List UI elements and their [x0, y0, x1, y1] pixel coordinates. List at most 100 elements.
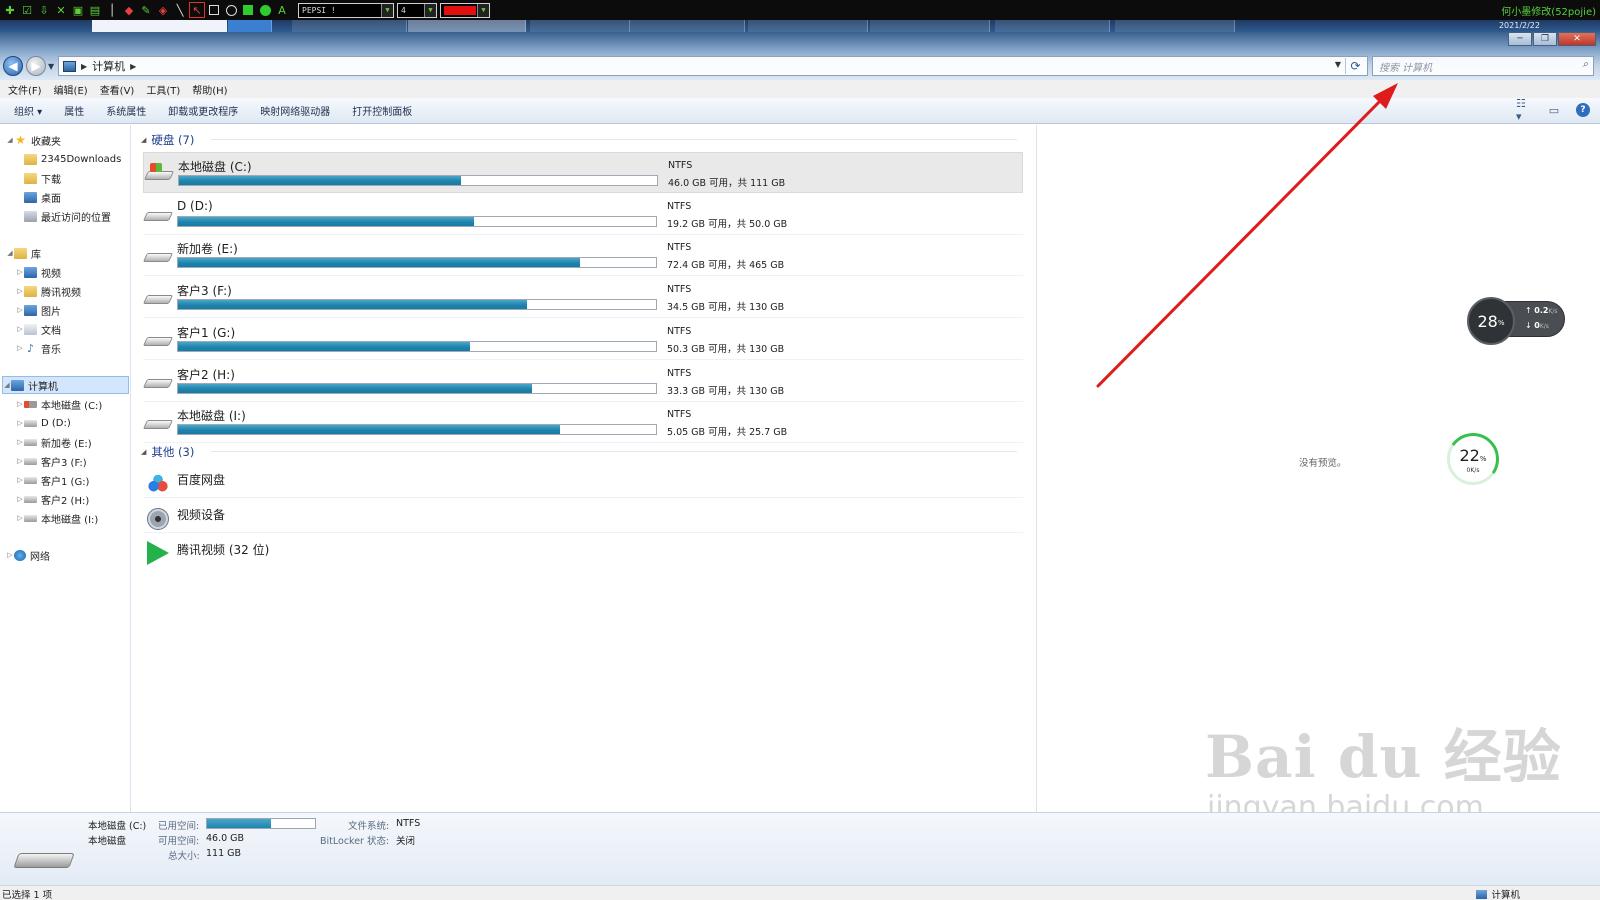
expand-icon[interactable]: ▷: [16, 457, 24, 465]
line-icon[interactable]: ╲: [173, 3, 187, 17]
text-tool-icon[interactable]: A: [275, 3, 289, 17]
nav-computer[interactable]: ◢ 计算机: [2, 376, 129, 394]
size-combo[interactable]: 4 ▼: [397, 2, 437, 18]
group-header-other[interactable]: ◢ 其他 (3): [141, 444, 1031, 460]
recent-pages-icon[interactable]: ▼: [48, 62, 54, 71]
expand-icon[interactable]: ▷: [6, 551, 14, 559]
drive-row[interactable]: D (D:) NTFS 19.2 GB 可用，共 50.0 GB: [142, 194, 1023, 235]
expand-icon[interactable]: ▷: [16, 268, 24, 276]
taskbar-button[interactable]: [630, 20, 745, 32]
expand-icon[interactable]: ▷: [16, 400, 24, 408]
expand-icon[interactable]: ▷: [16, 419, 24, 427]
nav-item-drive-i[interactable]: ▷ 本地磁盘 (I:): [16, 509, 98, 527]
menu-edit[interactable]: 编辑(E): [54, 82, 88, 97]
nav-item-tencent-video[interactable]: ▷ 腾讯视频: [16, 282, 81, 300]
nav-item-drive-e[interactable]: ▷ 新加卷 (E:): [16, 433, 91, 451]
taskbar-button[interactable]: [870, 20, 990, 32]
taskbar-button[interactable]: [228, 20, 272, 32]
pen-icon[interactable]: ✎: [139, 3, 153, 17]
list-item-video-device[interactable]: 视频设备: [143, 498, 1023, 533]
map-network-drive-button[interactable]: 映射网络驱动器: [260, 103, 330, 118]
taskbar-button[interactable]: [1115, 20, 1235, 32]
expand-icon[interactable]: ▷: [16, 438, 24, 446]
taskbar-button[interactable]: [292, 20, 407, 32]
menu-tools[interactable]: 工具(T): [146, 82, 180, 97]
properties-button[interactable]: 属性: [64, 103, 84, 118]
rectangle-icon[interactable]: [207, 3, 221, 17]
menu-file[interactable]: 文件(F): [8, 82, 42, 97]
collapse-icon[interactable]: ◢: [141, 448, 146, 456]
search-input[interactable]: 搜索 计算机 ⌕: [1372, 56, 1594, 76]
eraser-icon[interactable]: ◆: [122, 3, 136, 17]
open-folder-icon[interactable]: ▤: [88, 3, 102, 17]
menu-help[interactable]: 帮助(H): [192, 82, 227, 97]
address-bar[interactable]: ▶ 计算机 ▶ ▼ ⟳: [58, 56, 1368, 76]
drive-row[interactable]: 本地磁盘 (I:) NTFS 5.05 GB 可用，共 25.7 GB: [142, 402, 1023, 444]
search-icon[interactable]: ⌕: [1582, 59, 1588, 70]
nav-item-downloads[interactable]: 下载: [24, 169, 61, 187]
drive-row[interactable]: 客户3 (F:) NTFS 34.5 GB 可用，共 130 GB: [142, 277, 1023, 319]
expand-icon[interactable]: ▷: [16, 514, 24, 522]
color-combo[interactable]: ▼: [440, 2, 490, 18]
collapse-icon[interactable]: ◢: [141, 136, 146, 144]
memory-usage-widget[interactable]: 22% 0K/s: [1442, 428, 1504, 490]
arrow-tool-icon[interactable]: ↖: [189, 2, 205, 18]
filled-ellipse-icon[interactable]: [258, 3, 272, 17]
nav-item-music[interactable]: ▷ ♪ 音乐: [16, 339, 61, 357]
nav-libraries[interactable]: ◢ 库: [6, 244, 41, 262]
uninstall-program-button[interactable]: 卸载或更改程序: [168, 103, 238, 118]
font-combo[interactable]: PEPSI ! ▼: [298, 2, 394, 18]
drive-row[interactable]: 新加卷 (E:) NTFS 72.4 GB 可用，共 465 GB: [142, 235, 1023, 277]
nav-item-videos[interactable]: ▷ 视频: [16, 263, 61, 281]
nav-item-documents[interactable]: ▷ 文档: [16, 320, 61, 338]
check-icon[interactable]: ☑: [20, 3, 34, 17]
expand-icon[interactable]: ◢: [6, 136, 14, 144]
open-control-panel-button[interactable]: 打开控制面板: [352, 103, 412, 118]
ellipse-icon[interactable]: [224, 3, 238, 17]
nav-item-drive-g[interactable]: ▷ 客户1 (G:): [16, 471, 89, 489]
expand-icon[interactable]: ▷: [16, 344, 24, 352]
refresh-button[interactable]: ⟳: [1345, 58, 1365, 74]
breadcrumb-separator-icon[interactable]: ▶: [130, 62, 136, 71]
drive-row[interactable]: 客户1 (G:) NTFS 50.3 GB 可用，共 130 GB: [142, 319, 1023, 360]
taskbar-button[interactable]: [408, 20, 526, 32]
filled-rectangle-icon[interactable]: [241, 3, 255, 17]
expand-icon[interactable]: ▷: [16, 476, 24, 484]
new-icon[interactable]: ✚: [3, 3, 17, 17]
list-item-baidu-netdisk[interactable]: 百度网盘: [143, 463, 1023, 498]
nav-favorites[interactable]: ◢ ★ 收藏夹: [6, 131, 61, 149]
close-button[interactable]: ✕: [1558, 32, 1596, 46]
menu-view[interactable]: 查看(V): [100, 82, 135, 97]
expand-icon[interactable]: ▷: [16, 287, 24, 295]
nav-network[interactable]: ▷ 网络: [6, 546, 50, 564]
minimize-button[interactable]: ─: [1508, 32, 1532, 46]
expand-icon[interactable]: ▷: [16, 325, 24, 333]
nav-item-drive-h[interactable]: ▷ 客户2 (H:): [16, 490, 89, 508]
help-icon[interactable]: ?: [1576, 103, 1590, 117]
expand-icon[interactable]: ▷: [16, 495, 24, 503]
breadcrumb-computer[interactable]: 计算机: [92, 58, 125, 74]
nav-item-drive-f[interactable]: ▷ 客户3 (F:): [16, 452, 86, 470]
network-speed-widget[interactable]: 28% ↑ 0.2K/s ↓ 0K/s: [1467, 297, 1567, 345]
expand-icon[interactable]: ▷: [16, 306, 24, 314]
nav-item-recent-places[interactable]: 最近访问的位置: [24, 207, 111, 225]
taskbar-button[interactable]: [92, 20, 227, 32]
drive-row[interactable]: 本地磁盘 (C:) NTFS 46.0 GB 可用，共 111 GB: [143, 152, 1023, 193]
organize-button[interactable]: 组织 ▾: [14, 103, 42, 118]
drive-row[interactable]: 客户2 (H:) NTFS 33.3 GB 可用，共 130 GB: [142, 361, 1023, 402]
forward-button[interactable]: ▶: [26, 56, 46, 76]
nav-item-drive-c[interactable]: ▷ 本地磁盘 (C:): [16, 395, 102, 413]
group-header-hard-disks[interactable]: ◢ 硬盘 (7): [141, 132, 1031, 148]
fill-icon[interactable]: ◈: [156, 3, 170, 17]
list-item-tencent-video[interactable]: 腾讯视频 (32 位): [143, 533, 1023, 568]
system-properties-button[interactable]: 系统属性: [106, 103, 146, 118]
restore-button[interactable]: ❐: [1533, 32, 1557, 46]
breadcrumb-separator-icon[interactable]: ▶: [81, 62, 87, 71]
save-icon[interactable]: ▣: [71, 3, 85, 17]
taskbar-button[interactable]: [995, 20, 1110, 32]
back-button[interactable]: ◀: [3, 56, 23, 76]
change-view-icon[interactable]: ☷ ▾: [1516, 97, 1532, 123]
taskbar-button[interactable]: [748, 20, 868, 32]
expand-icon[interactable]: ◢: [6, 249, 14, 257]
nav-item-2345downloads[interactable]: 2345Downloads: [24, 150, 121, 168]
